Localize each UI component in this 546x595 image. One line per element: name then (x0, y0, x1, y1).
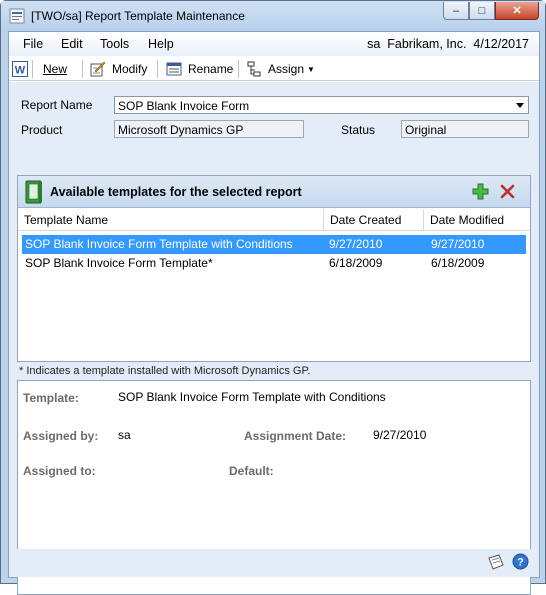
template-label: Template: (23, 391, 79, 405)
add-template-icon[interactable] (472, 183, 489, 200)
installed-template-note: * Indicates a template installed with Mi… (19, 365, 311, 377)
report-name-value: SOP Blank Invoice Form (118, 99, 250, 113)
menu-tools[interactable]: Tools (100, 37, 129, 51)
status-field: Original (401, 120, 529, 138)
template-value: SOP Blank Invoice Form Template with Con… (118, 390, 386, 404)
menu-file[interactable]: File (23, 37, 43, 51)
maximize-button[interactable]: □ (469, 2, 495, 20)
user-date: 4/12/2017 (473, 37, 529, 51)
column-header-template-name[interactable]: Template Name (18, 209, 323, 230)
help-icon[interactable]: ? (512, 553, 529, 570)
assignment-date-label: Assignment Date: (244, 429, 347, 443)
report-name-label: Report Name (21, 98, 93, 112)
close-button[interactable]: ✕ (495, 2, 539, 20)
toolbar: W New Modify Rename Assign ▼ (9, 57, 539, 81)
templates-grid-header: Template Name Date Created Date Modified (18, 209, 530, 231)
rename-button[interactable]: Rename (166, 60, 233, 78)
window-title: [TWO/sa] Report Template Maintenance (31, 9, 245, 23)
form-area: Report Name SOP Blank Invoice Form Produ… (9, 82, 539, 595)
title-bar[interactable]: [TWO/sa] Report Template Maintenance – □… (1, 1, 545, 31)
assigned-to-label: Assigned to: (23, 464, 96, 478)
toolbar-separator (32, 60, 33, 78)
window-controls: – □ ✕ (443, 2, 539, 20)
note-icon[interactable] (487, 554, 505, 570)
close-icon: ✕ (512, 5, 522, 17)
template-name-cell: SOP Blank Invoice Form Template with Con… (25, 237, 293, 251)
svg-text:W: W (15, 65, 26, 77)
menu-edit[interactable]: Edit (61, 37, 83, 51)
app-icon (9, 8, 25, 24)
status-label: Status (341, 123, 376, 137)
rename-icon (166, 62, 182, 76)
table-row[interactable]: SOP Blank Invoice Form Template* 6/18/20… (22, 254, 526, 273)
word-icon: W (12, 61, 28, 77)
new-button[interactable]: New (43, 60, 67, 78)
report-template-maintenance-window: [TWO/sa] Report Template Maintenance – □… (0, 0, 546, 595)
maximize-icon: □ (478, 4, 486, 17)
menu-bar: File Edit Tools Help sa Fabrikam, Inc. 4… (9, 32, 539, 56)
assign-label: Assign (268, 62, 305, 76)
user-id: sa (367, 37, 381, 51)
column-header-date-modified[interactable]: Date Modified (423, 209, 530, 230)
status-value: Original (405, 123, 447, 137)
product-field: Microsoft Dynamics GP (114, 120, 304, 138)
assigned-by-value: sa (118, 428, 131, 442)
toolbar-separator (238, 60, 239, 78)
svg-text:?: ? (517, 557, 524, 569)
date-created-cell: 9/27/2010 (329, 237, 383, 251)
modify-label: Modify (112, 62, 148, 76)
modify-button[interactable]: Modify (90, 60, 147, 78)
toolbar-separator (157, 60, 158, 78)
word-button[interactable]: W (12, 60, 34, 78)
report-name-dropdown[interactable]: SOP Blank Invoice Form (114, 96, 529, 114)
column-header-date-created[interactable]: Date Created (323, 209, 423, 230)
date-created-cell: 6/18/2009 (329, 256, 383, 270)
templates-panel: Available templates for the selected rep… (17, 175, 531, 362)
date-modified-cell: 6/18/2009 (431, 256, 485, 270)
company-name: Fabrikam, Inc. (387, 37, 467, 51)
templates-panel-header: Available templates for the selected rep… (18, 176, 530, 208)
toolbar-separator (82, 60, 83, 78)
assignment-date-value: 9/27/2010 (373, 428, 427, 442)
date-modified-cell: 9/27/2010 (431, 237, 485, 251)
assign-button[interactable]: Assign ▼ (246, 60, 315, 78)
product-label: Product (21, 123, 63, 137)
session-info: sa Fabrikam, Inc. 4/12/2017 (367, 37, 529, 51)
product-value: Microsoft Dynamics GP (118, 123, 244, 137)
status-bar: ? (9, 549, 539, 577)
minimize-button[interactable]: – (443, 2, 469, 20)
book-icon (25, 180, 42, 204)
new-label: New (43, 62, 68, 76)
default-label: Default: (229, 464, 274, 478)
chevron-down-icon (516, 103, 524, 108)
dropdown-arrow-icon: ▼ (307, 64, 315, 74)
delete-template-icon[interactable] (500, 184, 515, 199)
rename-label: Rename (188, 62, 234, 76)
template-name-cell: SOP Blank Invoice Form Template* (25, 256, 213, 270)
assign-icon (247, 61, 261, 77)
assigned-by-label: Assigned by: (23, 429, 99, 443)
modify-icon (90, 61, 106, 77)
client-area: File Edit Tools Help sa Fabrikam, Inc. 4… (8, 31, 540, 595)
menu-help[interactable]: Help (148, 37, 174, 51)
minimize-icon: – (452, 4, 460, 17)
table-row[interactable]: SOP Blank Invoice Form Template with Con… (22, 235, 526, 254)
templates-panel-title: Available templates for the selected rep… (50, 185, 302, 199)
